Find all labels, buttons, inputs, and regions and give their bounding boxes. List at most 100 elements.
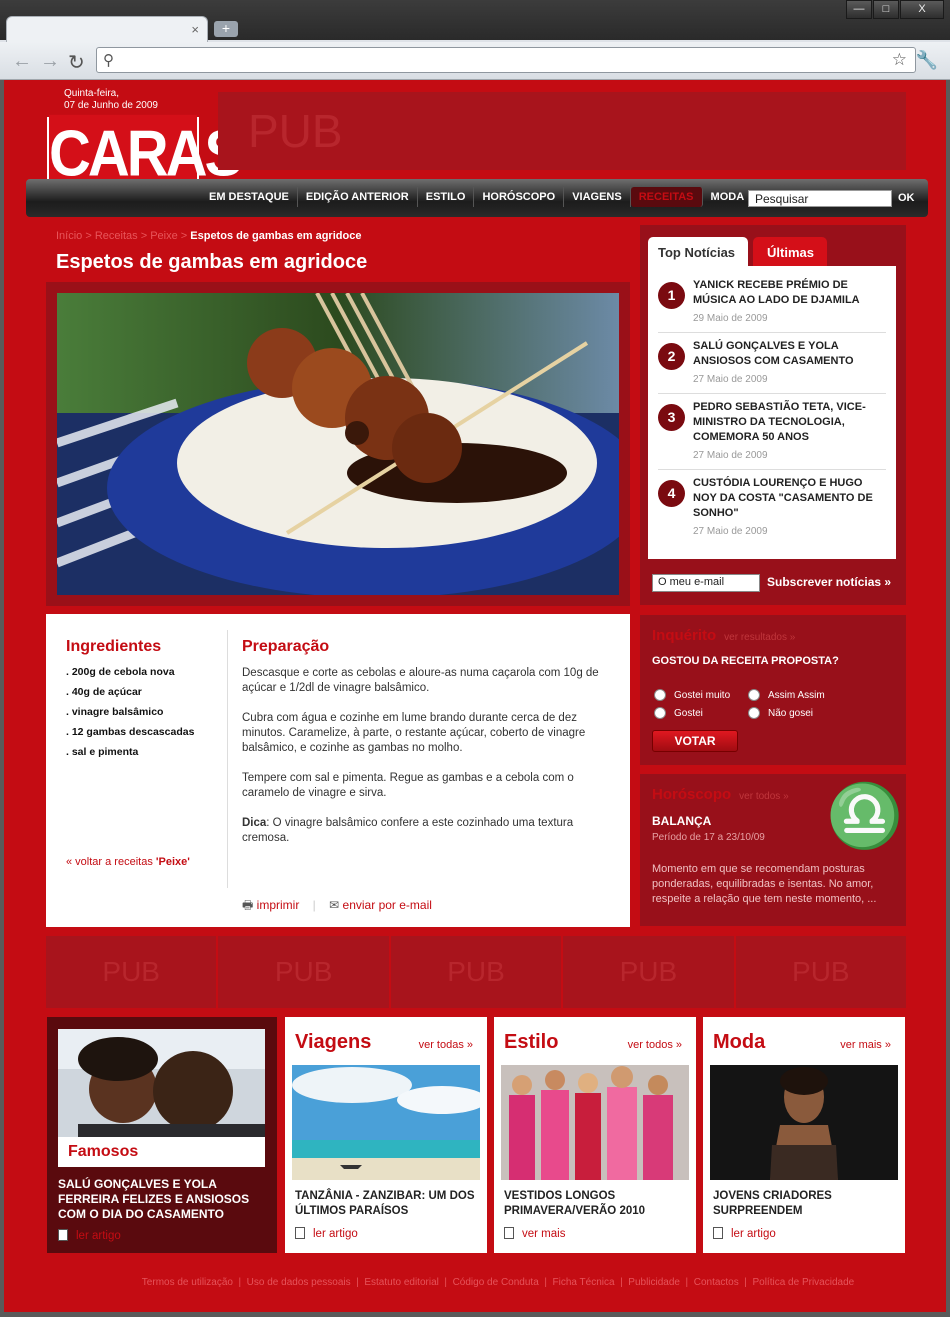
address-bar[interactable]: ⚲ ☆ bbox=[96, 47, 916, 73]
breadcrumb-receitas[interactable]: Receitas bbox=[95, 230, 138, 242]
viagens-see-all-link[interactable]: ver todas » bbox=[419, 1039, 473, 1051]
news-date: 27 Maio de 2009 bbox=[693, 374, 768, 385]
news-title[interactable]: CUSTÓDIA LOURENÇO E HUGO NOY DA COSTA "C… bbox=[693, 476, 886, 521]
ad-banner[interactable]: PUB bbox=[390, 936, 562, 1008]
newsletter-email-input[interactable]: O meu e-mail bbox=[652, 574, 760, 592]
ad-banner[interactable]: PUB bbox=[218, 936, 389, 1008]
footer-link[interactable]: Uso de dados pessoais bbox=[247, 1277, 351, 1288]
horoscope-see-all-link[interactable]: ver todos » bbox=[739, 791, 788, 802]
search-ok-button[interactable]: OK bbox=[898, 192, 915, 204]
document-icon bbox=[713, 1227, 723, 1239]
estilo-see-all-link[interactable]: ver todos » bbox=[628, 1039, 682, 1051]
search-icon: ⚲ bbox=[103, 52, 114, 69]
moda-caption[interactable]: JOVENS CRIADORES SURPREENDEM bbox=[713, 1189, 899, 1219]
viagens-photo[interactable] bbox=[292, 1065, 480, 1180]
news-title[interactable]: SALÚ GONÇALVES E YOLA ANSIOSOS COM CASAM… bbox=[693, 339, 886, 369]
menu-item-moda[interactable]: MODA bbox=[703, 187, 753, 207]
preparation-step: Cubra com água e cozinhe em lume brando … bbox=[242, 712, 586, 754]
footer-link[interactable]: Ficha Técnica bbox=[552, 1277, 614, 1288]
poll-option[interactable]: Assim Assim bbox=[748, 689, 825, 701]
footer-link[interactable]: Contactos bbox=[694, 1277, 739, 1288]
ad-banner[interactable]: PUB bbox=[563, 936, 734, 1008]
estilo-caption[interactable]: VESTIDOS LONGOS PRIMAVERA/VERÃO 2010 bbox=[504, 1189, 690, 1219]
menu-item-horoscopo[interactable]: HORÓSCOPO bbox=[474, 187, 565, 207]
news-item[interactable]: 2 SALÚ GONÇALVES E YOLA ANSIOSOS COM CAS… bbox=[658, 333, 886, 394]
famosos-caption[interactable]: SALÚ GONÇALVES E YOLA FERREIRA FELIZES E… bbox=[58, 1177, 273, 1222]
viagens-read-link[interactable]: ler artigo bbox=[295, 1227, 358, 1240]
window-controls: — □ X bbox=[845, 0, 944, 19]
ad-banner[interactable]: PUB bbox=[735, 936, 907, 1008]
minimize-button[interactable]: — bbox=[846, 0, 872, 19]
estilo-title[interactable]: Estilo bbox=[504, 1031, 558, 1054]
poll-option-label: Assim Assim bbox=[768, 689, 825, 701]
tab-top-noticias[interactable]: Top Notícias bbox=[648, 237, 748, 267]
famosos-card[interactable]: Famosos SALÚ GONÇALVES E YOLA FERREIRA F… bbox=[47, 1017, 277, 1253]
estilo-see-more-link[interactable]: ver mais bbox=[504, 1227, 565, 1240]
print-link[interactable]: imprimir bbox=[257, 898, 300, 912]
footer-link[interactable]: Estatuto editorial bbox=[364, 1277, 439, 1288]
news-title[interactable]: PEDRO SEBASTIÃO TETA, VICE-MINISTRO DA T… bbox=[693, 400, 886, 445]
back-arrow-icon[interactable]: ← bbox=[12, 50, 32, 73]
footer-link[interactable]: Publicidade bbox=[628, 1277, 680, 1288]
breadcrumb-inicio[interactable]: Início bbox=[56, 230, 82, 242]
poll-results-link[interactable]: ver resultados » bbox=[724, 632, 795, 643]
menu-item-edicao-anterior[interactable]: EDIÇÃO ANTERIOR bbox=[298, 187, 418, 207]
viagens-caption[interactable]: TANZÂNIA - ZANZIBAR: UM DOS ÚLTIMOS PARA… bbox=[295, 1189, 481, 1219]
search-input[interactable]: Pesquisar bbox=[748, 190, 892, 207]
horoscope-title: Horóscopo bbox=[652, 786, 732, 803]
news-item[interactable]: 1 YANICK RECEBE PRÉMIO DE MÚSICA AO LADO… bbox=[658, 272, 886, 333]
poll-option[interactable]: Gostei muito bbox=[654, 689, 730, 701]
bookmark-star-icon[interactable]: ☆ bbox=[892, 50, 907, 70]
news-title[interactable]: YANICK RECEBE PRÉMIO DE MÚSICA AO LADO D… bbox=[693, 278, 886, 308]
reload-icon[interactable]: ↻ bbox=[68, 50, 85, 75]
estilo-photo[interactable] bbox=[501, 1065, 689, 1180]
famosos-label: Famosos bbox=[58, 1137, 265, 1167]
footer-link[interactable]: Termos de utilização bbox=[142, 1277, 233, 1288]
footer-link[interactable]: Política de Privacidade bbox=[752, 1277, 854, 1288]
ingredients-heading: Ingredientes bbox=[66, 638, 162, 655]
moda-see-more-link[interactable]: ver mais » bbox=[840, 1039, 891, 1051]
radio-button[interactable] bbox=[748, 689, 760, 701]
email-icon[interactable]: ✉ bbox=[329, 898, 339, 912]
email-link[interactable]: enviar por e-mail bbox=[343, 898, 432, 912]
moda-read-link[interactable]: ler artigo bbox=[713, 1227, 776, 1240]
poll-option[interactable]: Não gosei bbox=[748, 707, 813, 719]
close-tab-icon[interactable]: × bbox=[191, 22, 199, 37]
back-to-category-link[interactable]: « voltar a receitas 'Peixe' bbox=[66, 856, 190, 868]
news-item[interactable]: 4 CUSTÓDIA LOURENÇO E HUGO NOY DA COSTA … bbox=[658, 470, 886, 545]
menu-item-viagens[interactable]: VIAGENS bbox=[564, 187, 631, 207]
moda-card: Moda ver mais » JOVENS CRIADORES SURPREE… bbox=[703, 1017, 905, 1253]
menu-item-receitas[interactable]: RECEITAS bbox=[630, 187, 703, 207]
breadcrumb-peixe[interactable]: Peixe bbox=[150, 230, 178, 242]
read-link-label: ler artigo bbox=[76, 1230, 121, 1242]
viagens-title[interactable]: Viagens bbox=[295, 1031, 371, 1054]
menu-item-estilo[interactable]: ESTILO bbox=[418, 187, 475, 207]
ingredients-list: . 200g de cebola nova . 40g de açúcar . … bbox=[66, 666, 216, 758]
famosos-read-link[interactable]: ler artigo bbox=[58, 1229, 121, 1242]
radio-button[interactable] bbox=[654, 689, 666, 701]
footer-link[interactable]: Código de Conduta bbox=[453, 1277, 539, 1288]
radio-button[interactable] bbox=[654, 707, 666, 719]
subscribe-button[interactable]: Subscrever notícias » bbox=[767, 575, 891, 589]
close-window-button[interactable]: X bbox=[900, 0, 944, 19]
wrench-icon[interactable]: 🔧 bbox=[916, 50, 938, 71]
preparation-section: Preparação Descasque e corte as cebolas … bbox=[242, 638, 612, 846]
moda-title[interactable]: Moda bbox=[713, 1031, 765, 1054]
browser-tab[interactable]: × bbox=[6, 16, 208, 44]
radio-button[interactable] bbox=[748, 707, 760, 719]
ad-banner[interactable]: PUB bbox=[46, 936, 217, 1008]
forward-arrow-icon[interactable]: → bbox=[40, 50, 60, 73]
vote-button[interactable]: VOTAR bbox=[652, 730, 738, 752]
maximize-button[interactable]: □ bbox=[873, 0, 899, 19]
top-ad-banner[interactable]: PUB bbox=[218, 92, 906, 170]
menu-item-em-destaque[interactable]: EM DESTAQUE bbox=[201, 187, 298, 207]
print-icon[interactable]: 🖶 bbox=[242, 898, 253, 912]
recipe-panel: Ingredientes . 200g de cebola nova . 40g… bbox=[46, 614, 630, 927]
tab-ultimas[interactable]: Últimas bbox=[753, 237, 827, 267]
page-content: Quinta-feira, 07 de Junho de 2009 CARAS … bbox=[4, 80, 946, 1312]
poll-option[interactable]: Gostei bbox=[654, 707, 703, 719]
horoscope-text: Momento em que se recomendam posturas po… bbox=[652, 863, 877, 905]
new-tab-button[interactable]: + bbox=[214, 21, 238, 37]
moda-photo[interactable] bbox=[710, 1065, 898, 1180]
news-item[interactable]: 3 PEDRO SEBASTIÃO TETA, VICE-MINISTRO DA… bbox=[658, 394, 886, 470]
